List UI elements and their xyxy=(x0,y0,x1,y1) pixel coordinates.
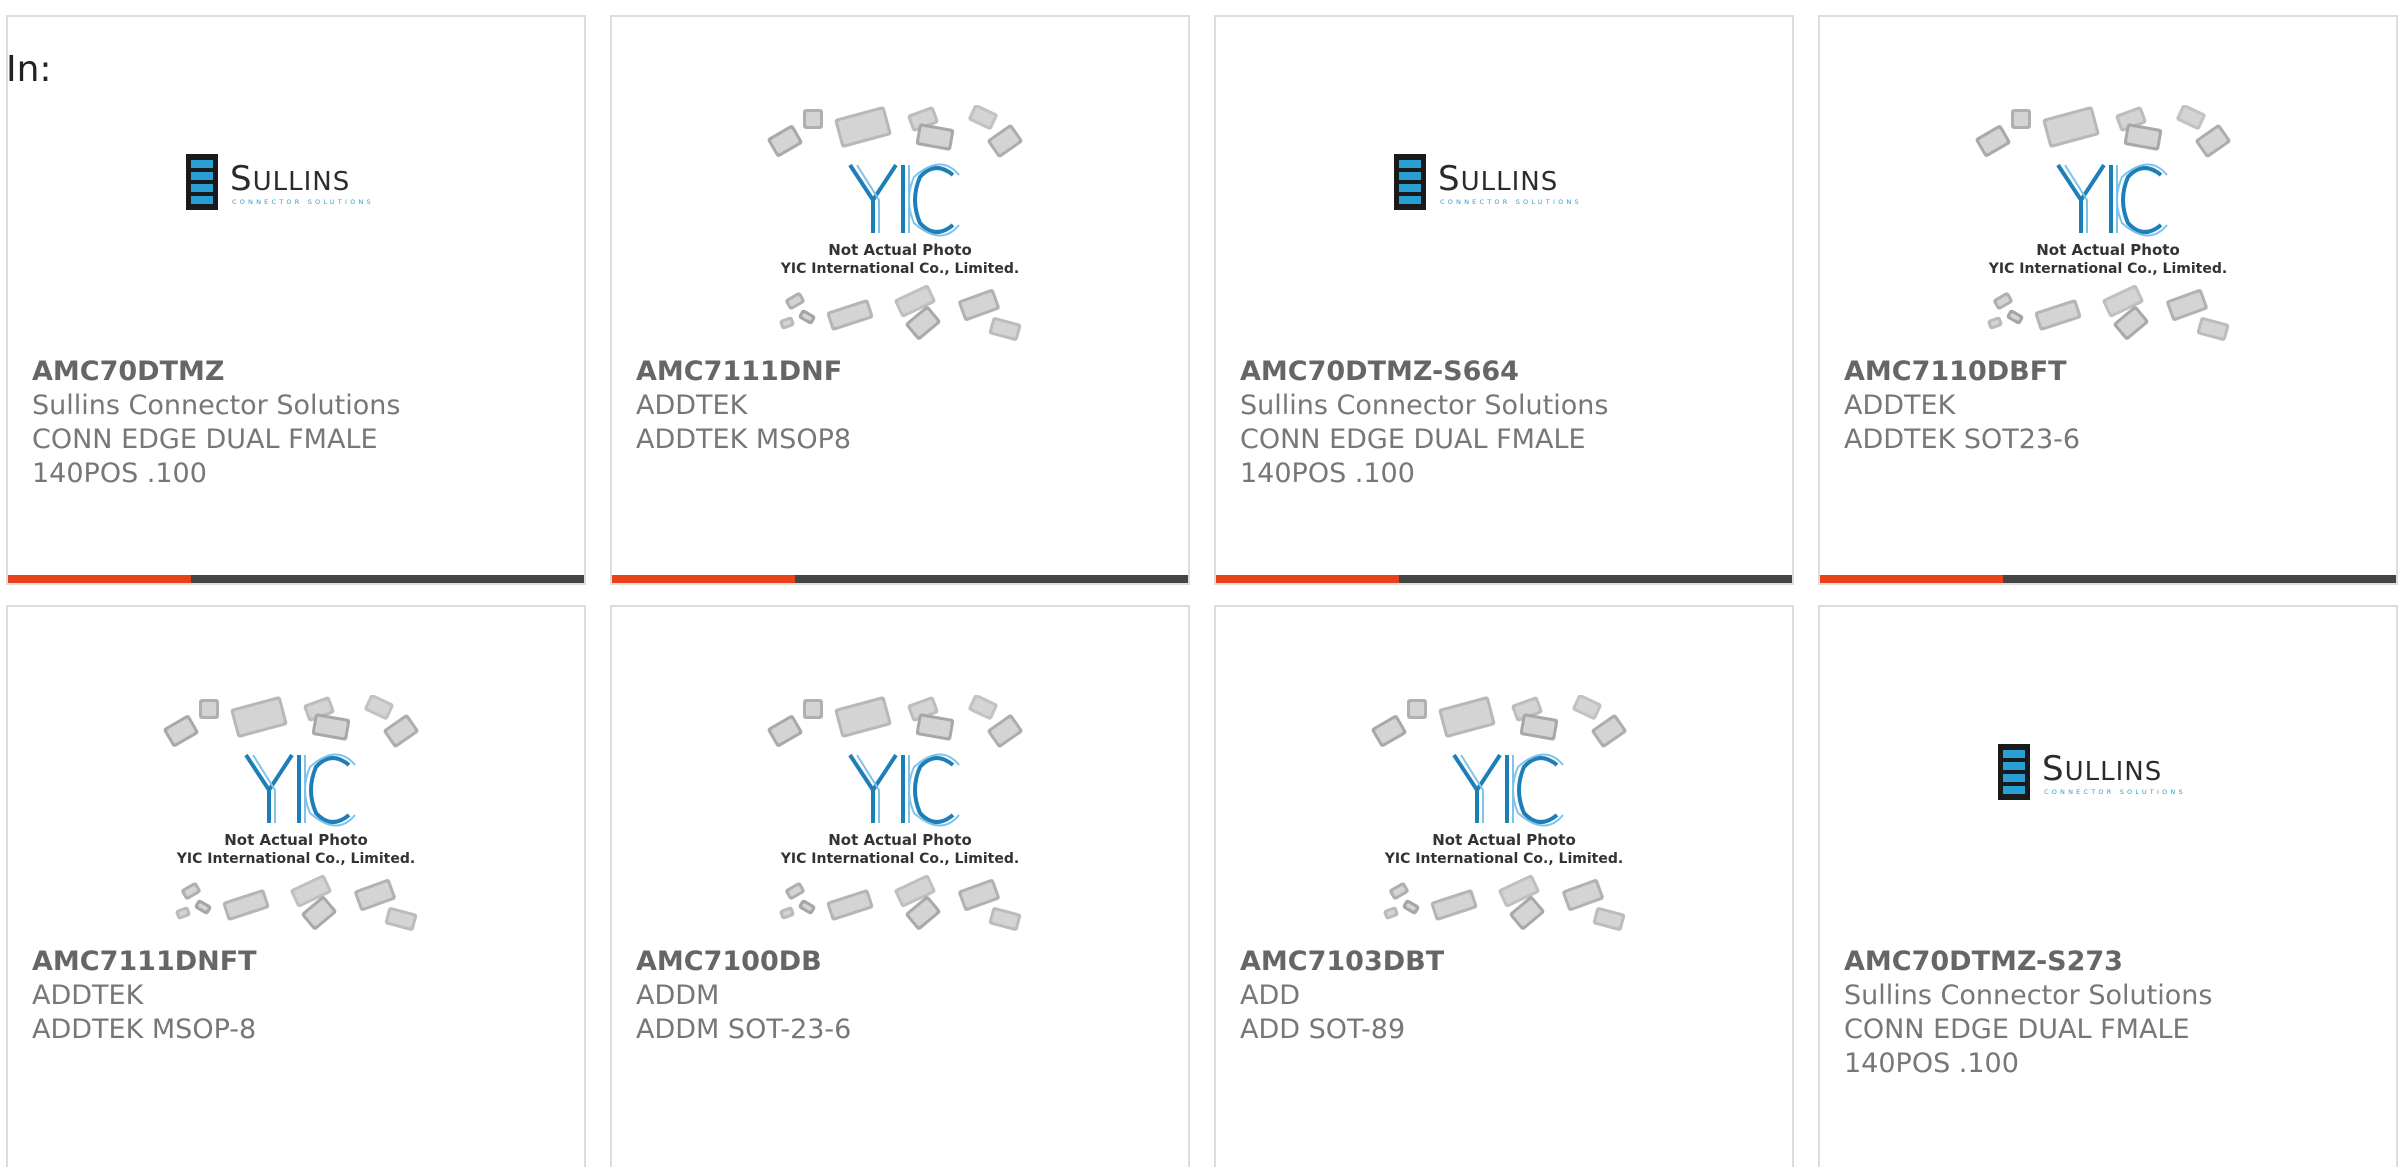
svg-text:CONNECTOR SOLUTIONS: CONNECTOR SOLUTIONS xyxy=(1440,198,1582,206)
product-image[interactable]: Not Actual Photo YIC International Co., … xyxy=(1216,695,1792,975)
product-card[interactable]: SULLINS CONNECTOR SOLUTIONS AMC70DTMZ-S6… xyxy=(1214,15,1794,585)
product-info: AMC7111DNFT ADDTEK ADDTEK MSOP-8 xyxy=(32,945,564,1047)
part-number[interactable]: AMC7100DB xyxy=(636,945,1168,979)
product-info: AMC7100DB ADDM ADDM SOT-23-6 xyxy=(636,945,1168,1047)
description-continued: 140POS .100 xyxy=(1240,458,1415,489)
product-info: AMC7110DBFT ADDTEK ADDTEK SOT23-6 xyxy=(1844,355,2376,457)
product-info: AMC70DTMZ-S273 Sullins Connector Solution… xyxy=(1844,945,2376,1081)
manufacturer: ADDM xyxy=(636,980,720,1011)
svg-text:YIC International Co., Limited: YIC International Co., Limited. xyxy=(1384,851,1623,867)
card-bar-accent xyxy=(1216,575,1399,583)
product-image[interactable]: Not Actual Photo YIC International Co., … xyxy=(612,695,1188,975)
card-bottom-bar xyxy=(1820,575,2396,583)
product-info: AMC70DTMZ Sullins Connector Solutions CONN… xyxy=(32,355,564,491)
card-bar-accent xyxy=(1820,575,2003,583)
svg-text:Not Actual Photo: Not Actual Photo xyxy=(224,831,368,849)
description-continued: 140POS .100 xyxy=(32,458,207,489)
card-bottom-bar xyxy=(612,575,1188,583)
description: ADD SOT-89 xyxy=(1240,1014,1406,1045)
product-grid: SULLINS CONNECTOR SOLUTIONS AMC70DTMZ Sul… xyxy=(6,15,2398,1167)
description: ADDM SOT-23-6 xyxy=(636,1014,852,1045)
yic-placeholder-image: Not Actual Photo YIC International Co., … xyxy=(767,105,1023,341)
part-number[interactable]: AMC7111DNF xyxy=(636,355,1168,389)
manufacturer: ADDTEK xyxy=(636,390,748,421)
manufacturer: Sullins Connector Solutions xyxy=(1844,980,2213,1011)
manufacturer: ADDTEK xyxy=(32,980,144,1011)
part-number[interactable]: AMC7110DBFT xyxy=(1844,355,2376,389)
svg-text:SULLINS: SULLINS xyxy=(230,159,350,199)
product-card[interactable]: Not Actual Photo YIC International Co., … xyxy=(1818,15,2398,585)
description: ADDTEK SOT23-6 xyxy=(1844,424,2081,455)
part-number[interactable]: AMC70DTMZ-S664 xyxy=(1240,355,1772,389)
yic-placeholder-image: Not Actual Photo YIC International Co., … xyxy=(1371,695,1627,931)
description-continued: 140POS .100 xyxy=(1844,1048,2019,1079)
product-card[interactable]: Not Actual Photo YIC International Co., … xyxy=(610,15,1190,585)
product-info: AMC7103DBT ADD ADD SOT-89 xyxy=(1240,945,1772,1047)
svg-text:Not Actual Photo: Not Actual Photo xyxy=(1432,831,1576,849)
svg-text:Not Actual Photo: Not Actual Photo xyxy=(2036,241,2180,259)
description: ADDTEK MSOP8 xyxy=(636,424,852,455)
product-card[interactable]: Not Actual Photo YIC International Co., … xyxy=(6,605,586,1167)
description: ADDTEK MSOP-8 xyxy=(32,1014,257,1045)
product-image[interactable]: Not Actual Photo YIC International Co., … xyxy=(8,695,584,975)
description: CONN EDGE DUAL FMALE xyxy=(1240,424,1586,455)
card-bar-accent xyxy=(8,575,191,583)
part-number[interactable]: AMC70DTMZ-S273 xyxy=(1844,945,2376,979)
product-info: AMC7111DNF ADDTEK ADDTEK MSOP8 xyxy=(636,355,1168,457)
svg-text:Not Actual Photo: Not Actual Photo xyxy=(828,241,972,259)
card-bar-accent xyxy=(612,575,795,583)
page: In: SULLINS CONNECTOR SOLUTIONS AMC70DTM… xyxy=(0,0,2400,1167)
card-bottom-bar xyxy=(8,575,584,583)
product-card[interactable]: Not Actual Photo YIC International Co., … xyxy=(1214,605,1794,1167)
svg-text:Not Actual Photo: Not Actual Photo xyxy=(828,831,972,849)
svg-text:YIC International Co., Limited: YIC International Co., Limited. xyxy=(1988,261,2227,277)
svg-text:YIC International Co., Limited: YIC International Co., Limited. xyxy=(780,851,1019,867)
product-card[interactable]: Not Actual Photo YIC International Co., … xyxy=(610,605,1190,1167)
sullins-logo: SULLINS CONNECTOR SOLUTIONS xyxy=(186,154,374,210)
sullins-logo: SULLINS CONNECTOR SOLUTIONS xyxy=(1394,154,1582,210)
manufacturer: Sullins Connector Solutions xyxy=(1240,390,1609,421)
svg-text:CONNECTOR SOLUTIONS: CONNECTOR SOLUTIONS xyxy=(232,198,374,206)
yic-placeholder-image: Not Actual Photo YIC International Co., … xyxy=(767,695,1023,931)
in-label: In: xyxy=(6,49,52,90)
product-card[interactable]: SULLINS CONNECTOR SOLUTIONS AMC70DTMZ Sul… xyxy=(6,15,586,585)
part-number[interactable]: AMC7103DBT xyxy=(1240,945,1772,979)
manufacturer: ADD xyxy=(1240,980,1301,1011)
svg-text:YIC International Co., Limited: YIC International Co., Limited. xyxy=(780,261,1019,277)
svg-text:YIC International Co., Limited: YIC International Co., Limited. xyxy=(176,851,415,867)
product-info: AMC70DTMZ-S664 Sullins Connector Solution… xyxy=(1240,355,1772,491)
sullins-logo: SULLINS CONNECTOR SOLUTIONS xyxy=(1998,744,2186,800)
product-image[interactable]: Not Actual Photo YIC International Co., … xyxy=(612,105,1188,385)
yic-placeholder-image: Not Actual Photo YIC International Co., … xyxy=(163,695,419,931)
yic-placeholder-image: Not Actual Photo YIC International Co., … xyxy=(1975,105,2231,341)
product-card[interactable]: SULLINS CONNECTOR SOLUTIONS AMC70DTMZ-S2… xyxy=(1818,605,2398,1167)
part-number[interactable]: AMC7111DNFT xyxy=(32,945,564,979)
description: CONN EDGE DUAL FMALE xyxy=(1844,1014,2190,1045)
manufacturer: Sullins Connector Solutions xyxy=(32,390,401,421)
svg-text:SULLINS: SULLINS xyxy=(2042,749,2162,789)
card-bottom-bar xyxy=(1216,575,1792,583)
part-number[interactable]: AMC70DTMZ xyxy=(32,355,564,389)
product-image[interactable]: Not Actual Photo YIC International Co., … xyxy=(1820,105,2396,385)
manufacturer: ADDTEK xyxy=(1844,390,1956,421)
svg-text:SULLINS: SULLINS xyxy=(1438,159,1558,199)
svg-text:CONNECTOR SOLUTIONS: CONNECTOR SOLUTIONS xyxy=(2044,788,2186,796)
description: CONN EDGE DUAL FMALE xyxy=(32,424,378,455)
